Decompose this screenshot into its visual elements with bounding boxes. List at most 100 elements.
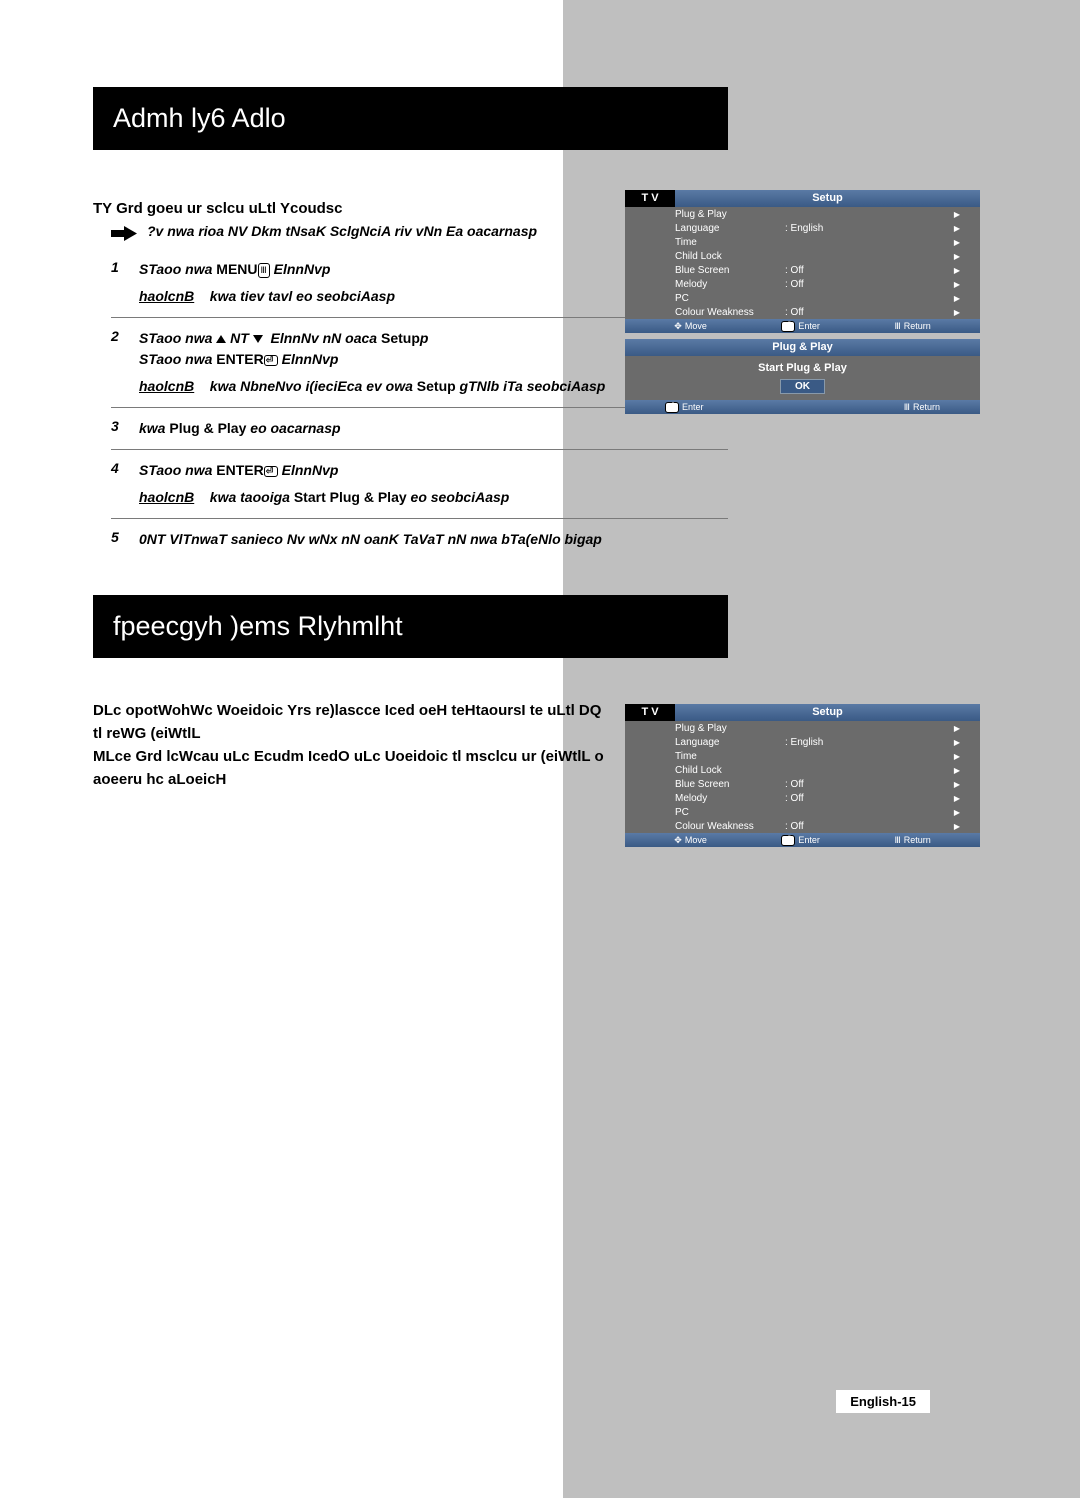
step-num-1: 1: [111, 259, 139, 307]
osd-foot-move-3: ✥ Move: [674, 835, 707, 846]
osd-row-value: : Off: [785, 307, 953, 318]
osd-row-value: : English: [785, 223, 953, 234]
osd-row: PC ▶: [625, 291, 980, 305]
title-1-border: Admh ly6 Adlo: [93, 87, 728, 150]
osd-row-label: Colour Weakness: [675, 821, 785, 832]
osd-row-value: : Off: [785, 265, 953, 276]
osd-foot-enter: Enter: [781, 321, 820, 332]
osd-row: Colour Weakness: Off▶: [625, 819, 980, 833]
enter-button-icon: [264, 355, 278, 366]
osd-header-1: T V Setup: [625, 190, 980, 207]
caret-right-icon: ▶: [953, 238, 960, 247]
enter-button-icon-2: [264, 466, 278, 477]
osd-tv-label-3: T V: [625, 704, 675, 721]
osd-header-2: Plug & Play: [625, 339, 980, 356]
s2-result-mid1: kwa NbneNvo i(ieciEca ev owa: [210, 378, 417, 394]
s4-l1-enter: ENTER: [216, 462, 263, 478]
s1-result-post: kwa tiev tavl eo seobciAasp: [210, 288, 395, 304]
s2-l2-post: ElnnNvp: [278, 351, 339, 367]
osd-row: Language: English▶: [625, 221, 980, 235]
caret-right-icon: ▶: [953, 808, 960, 817]
s2-l1-setup: Setup: [381, 330, 420, 346]
s4-result-pre: haolcnB: [139, 489, 194, 505]
step-num-5: 5: [111, 529, 139, 550]
osd-setup-menu-2: T V Setup Plug & Play▶ Language: English…: [625, 704, 980, 847]
osd-pp-title: Plug & Play: [625, 339, 980, 356]
step-num-4: 4: [111, 460, 139, 508]
osd-foot-move: ✥ Move: [674, 321, 707, 332]
osd-body-3: Plug & Play▶ Language: English▶ Time▶ Ch…: [625, 721, 980, 833]
osd-row: Melody: Off▶: [625, 277, 980, 291]
s3-pre: kwa: [139, 420, 169, 436]
osd-row-label: PC: [675, 807, 785, 818]
page-number: English-15: [836, 1390, 930, 1413]
caret-right-icon: ▶: [953, 308, 960, 317]
arrow-note-text: ?v nwa rioa NV Dkm tNsaK SclgNciA riv vN…: [147, 223, 537, 239]
caret-right-icon: ▶: [953, 724, 960, 733]
s2-l2-enter: ENTER: [216, 351, 263, 367]
osd-header-3: T V Setup: [625, 704, 980, 721]
triangle-down-icon: [253, 335, 263, 343]
osd-row: Plug & Play ▶: [625, 721, 980, 735]
ok-button[interactable]: OK: [780, 379, 825, 394]
step-body-5: 0NT VlTnwaT sanieco Nv wNx nN oanK TaVaT…: [139, 529, 728, 550]
osd-row-label: Colour Weakness: [675, 307, 785, 318]
s1-post: ElnnNvp: [270, 261, 331, 277]
osd-plug-and-play-dialog: Plug & Play Start Plug & Play OK Enter Ⅲ…: [625, 339, 980, 414]
triangle-up-icon: [216, 335, 226, 343]
osd-row-label: Plug & Play: [675, 723, 785, 734]
s4-result-mid: kwa taooiga: [210, 489, 294, 505]
title-1: Admh ly6 Adlo: [94, 88, 727, 149]
s2-l1-post2: p: [420, 330, 429, 346]
osd-tv-label-1: T V: [625, 190, 675, 207]
s2-l2-pre: STaoo nwa: [139, 351, 216, 367]
step-5: 5 0NT VlTnwaT sanieco Nv wNx nN oanK TaV…: [111, 519, 728, 560]
step-3: 3 kwa Plug & Play eo oacarnasp: [111, 408, 728, 450]
osd-row-label: Blue Screen: [675, 779, 785, 790]
osd-row-value: : Off: [785, 793, 953, 804]
osd-footer-3: ✥ Move Enter Ⅲ Return: [625, 833, 980, 847]
lang-p4: aoeeru hc aLoeicH: [93, 769, 653, 790]
caret-right-icon: ▶: [953, 252, 960, 261]
caret-right-icon: ▶: [953, 294, 960, 303]
osd-foot-enter-3: Enter: [781, 835, 820, 846]
s1-pre: STaoo nwa: [139, 261, 216, 277]
caret-right-icon: ▶: [953, 766, 960, 775]
language-paragraph: DLc opotWohWc Woeidoic Yrs re)lascce Ice…: [93, 700, 653, 792]
osd-row: Colour Weakness: Off▶: [625, 305, 980, 319]
lang-p3: MLce Grd lcWcau uLc Ecudm IcedO uLc Uoei…: [93, 746, 653, 767]
step-num-3: 3: [111, 418, 139, 439]
lang-p2: tl reWG (eiWtlL: [93, 723, 653, 744]
osd-row: Melody: Off▶: [625, 791, 980, 805]
osd-row-label: PC: [675, 293, 785, 304]
s2-result-pre: haolcnB: [139, 378, 194, 394]
osd-setup-menu-1: T V Setup Plug & Play▶ Language: English…: [625, 190, 980, 333]
s3-bold: Plug & Play: [169, 420, 246, 436]
s4-l1-pre: STaoo nwa: [139, 462, 216, 478]
s2-l1-mid: NT: [226, 330, 252, 346]
osd-body-2: Start Plug & Play OK: [625, 356, 980, 400]
s2-l1-pre: STaoo nwa: [139, 330, 216, 346]
osd-row-label: Melody: [675, 279, 785, 290]
osd-foot-return-2: Ⅲ Return: [904, 402, 940, 413]
s1-result-pre: haolcnB: [139, 288, 194, 304]
osd-foot-return: Ⅲ Return: [894, 321, 930, 332]
caret-right-icon: ▶: [953, 280, 960, 289]
osd-footer-1: ✥ Move Enter Ⅲ Return: [625, 319, 980, 333]
arrow-right-icon: [111, 226, 137, 241]
s4-l1-post: ElnnNvp: [278, 462, 339, 478]
osd-row: Time▶: [625, 749, 980, 763]
osd-row-label: Time: [675, 237, 785, 248]
s2-result-setup: Setup: [417, 378, 456, 394]
s2-l1-post1: ElnnNv nN oaca: [271, 330, 381, 346]
osd-row-value: : English: [785, 737, 953, 748]
enter-icon: [781, 321, 795, 332]
menu-button-icon: Ⅲ: [258, 263, 270, 279]
osd-row-label: Language: [675, 223, 785, 234]
lang-p1: DLc opotWohWc Woeidoic Yrs re)lascce Ice…: [93, 700, 653, 721]
caret-right-icon: ▶: [953, 210, 960, 219]
caret-right-icon: ▶: [953, 266, 960, 275]
osd-foot-return-3: Ⅲ Return: [894, 835, 930, 846]
s4-result-post: eo seobciAasp: [407, 489, 510, 505]
s2-result-mid2: gTNlb iTa seobciAasp: [456, 378, 606, 394]
